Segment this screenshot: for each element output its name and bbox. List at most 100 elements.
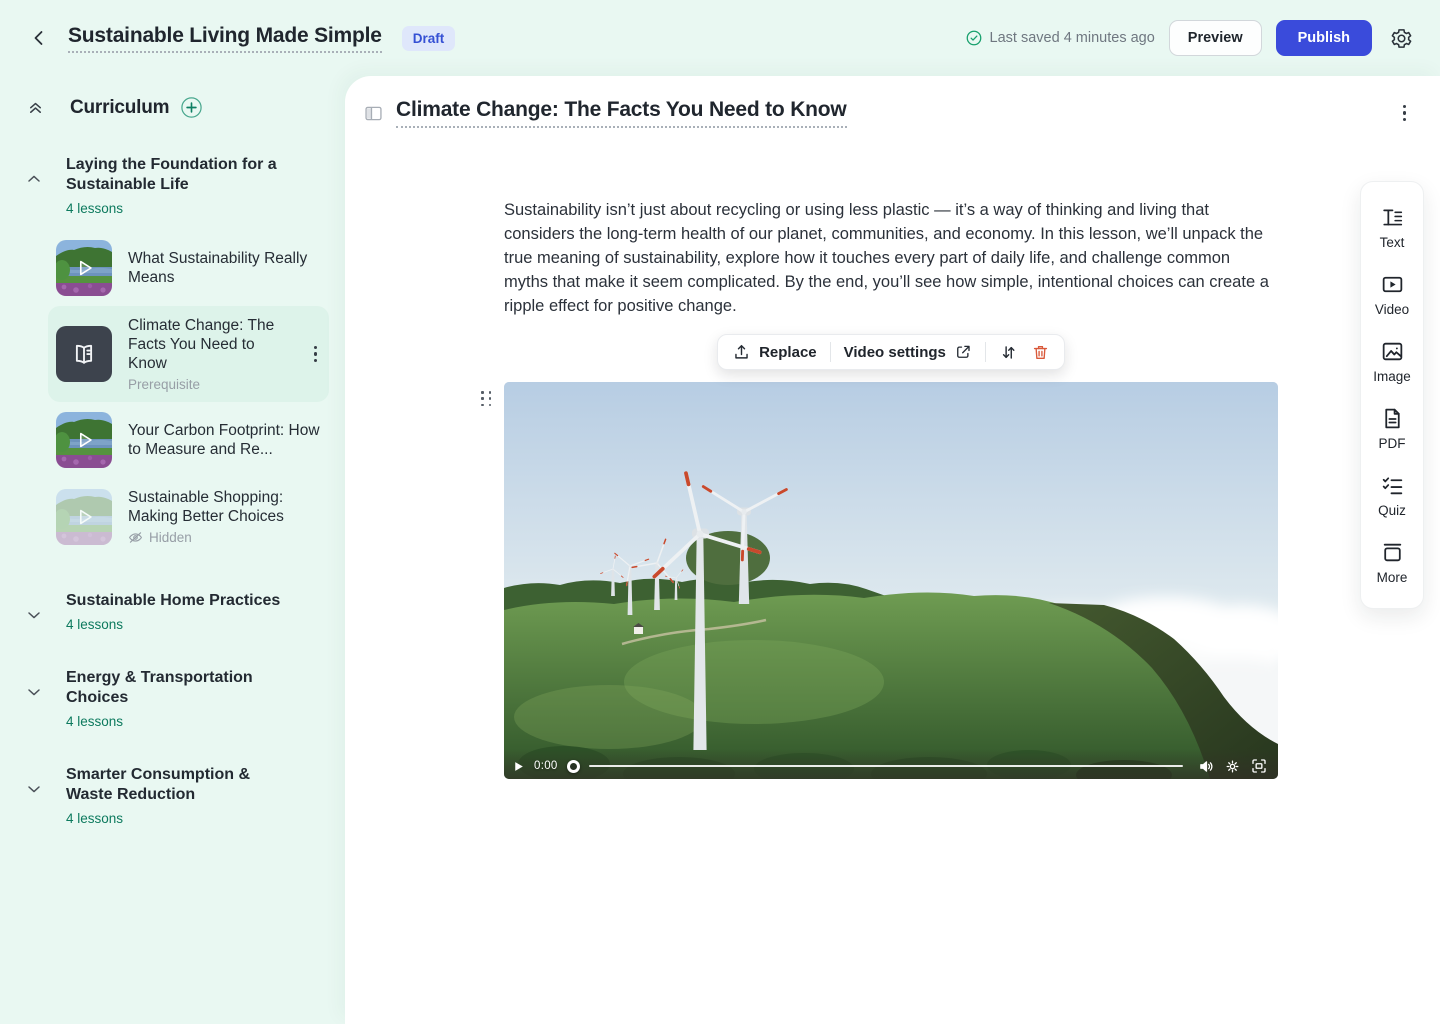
insert-pdf-button[interactable]: PDF <box>1361 395 1423 462</box>
section-title: Sustainable Home Practices <box>66 591 280 611</box>
save-status: Last saved 4 minutes ago <box>965 29 1155 47</box>
lesson-body-text[interactable]: Sustainability isn’t just about recyclin… <box>504 198 1278 318</box>
video-block-toolbar: Replace Video settings <box>717 334 1065 370</box>
fullscreen-button[interactable] <box>1250 757 1268 775</box>
course-title[interactable]: Sustainable Living Made Simple <box>68 24 382 53</box>
reorder-block-button[interactable] <box>999 343 1018 362</box>
section-header[interactable]: Energy & Transportation Choices 4 lesson… <box>24 668 329 729</box>
section-meta: 4 lessons <box>66 617 280 632</box>
drag-handle-icon[interactable] <box>478 388 496 409</box>
video-poster-wind-turbines <box>504 382 1278 779</box>
lesson-title: Your Carbon Footprint: How to Measure an… <box>128 421 321 459</box>
section-title: Energy & Transportation Choices <box>66 668 296 708</box>
chevron-down-icon <box>24 668 44 729</box>
replace-video-button[interactable]: Replace <box>732 343 817 362</box>
play-overlay-icon <box>56 489 112 545</box>
section-meta: 4 lessons <box>66 201 296 216</box>
rail-item-label: Quiz <box>1378 503 1406 518</box>
check-circle-icon <box>965 29 983 47</box>
image-icon <box>1380 339 1405 364</box>
gear-icon <box>1390 27 1413 50</box>
toolbar-divider <box>985 342 986 362</box>
section-meta: 4 lessons <box>66 714 296 729</box>
section-header[interactable]: Smarter Consumption & Waste Reduction 4 … <box>24 765 329 826</box>
toolbar-divider <box>830 342 831 362</box>
sidebar-title: Curriculum <box>70 97 169 119</box>
replace-label: Replace <box>759 344 817 361</box>
settings-button[interactable] <box>1386 23 1416 53</box>
chevron-down-icon <box>24 765 44 826</box>
lesson-menu-button[interactable] <box>310 342 322 367</box>
top-header: Sustainable Living Made Simple Draft Las… <box>0 0 1440 76</box>
insert-video-button[interactable]: Video <box>1361 261 1423 328</box>
rail-item-label: More <box>1377 570 1408 585</box>
play-overlay-icon <box>56 412 112 468</box>
volume-button[interactable] <box>1198 758 1215 775</box>
lesson-thumbnail <box>56 489 112 545</box>
eye-off-icon <box>128 530 143 545</box>
curriculum-sidebar: Curriculum Laying the Foundation for a S… <box>0 76 345 1024</box>
lesson-item[interactable]: Your Carbon Footprint: How to Measure an… <box>48 402 329 478</box>
lesson-page-title[interactable]: Climate Change: The Facts You Need to Kn… <box>396 98 847 128</box>
video-settings-button[interactable]: Video settings <box>844 343 972 361</box>
lesson-thumbnail <box>56 240 112 296</box>
back-button[interactable] <box>24 23 54 53</box>
trash-icon <box>1031 343 1050 362</box>
collapse-all-button[interactable] <box>24 97 46 119</box>
lesson-page-menu-button[interactable] <box>1399 101 1411 126</box>
player-settings-button[interactable] <box>1224 758 1241 775</box>
save-status-text: Last saved 4 minutes ago <box>990 30 1155 46</box>
pdf-icon <box>1380 406 1405 431</box>
more-icon <box>1380 540 1405 565</box>
chevron-down-icon <box>24 591 44 632</box>
open-book-icon <box>69 339 99 369</box>
current-time: 0:00 <box>534 760 558 772</box>
rail-item-label: Video <box>1375 302 1409 317</box>
lesson-title: Sustainable Shopping: Making Better Choi… <box>128 488 321 526</box>
video-icon <box>1380 272 1405 297</box>
lesson-thumbnail <box>56 412 112 468</box>
course-builder-app: Sustainable Living Made Simple Draft Las… <box>0 0 1440 1024</box>
collapse-sidebar-button[interactable] <box>363 103 384 124</box>
lesson-title: Climate Change: The Facts You Need to Kn… <box>128 316 294 373</box>
seek-track[interactable] <box>589 765 1183 768</box>
video-controls-bar: 0:00 <box>504 749 1278 779</box>
lesson-title: What Sustainability Really Means <box>128 249 321 287</box>
upload-icon <box>732 343 751 362</box>
insert-image-button[interactable]: Image <box>1361 328 1423 395</box>
section-title: Laying the Foundation for a Sustainable … <box>66 155 296 195</box>
video-block: 0:00 <box>504 382 1278 779</box>
insert-text-button[interactable]: Text <box>1361 194 1423 261</box>
lesson-editor-panel: Climate Change: The Facts You Need to Kn… <box>345 76 1440 1024</box>
curriculum-section: Laying the Foundation for a Sustainable … <box>24 155 329 555</box>
curriculum-section: Smarter Consumption & Waste Reduction 4 … <box>24 765 329 826</box>
add-section-button[interactable] <box>180 96 203 119</box>
lesson-item-selected[interactable]: Climate Change: The Facts You Need to Kn… <box>48 306 329 402</box>
section-header[interactable]: Sustainable Home Practices 4 lessons <box>24 591 329 632</box>
lesson-item-hidden[interactable]: Sustainable Shopping: Making Better Choi… <box>48 478 329 555</box>
section-meta: 4 lessons <box>66 811 296 826</box>
publish-button[interactable]: Publish <box>1276 20 1372 56</box>
external-link-icon <box>954 343 972 361</box>
seek-knob[interactable] <box>567 760 580 773</box>
rail-item-label: PDF <box>1379 436 1406 451</box>
lesson-item[interactable]: What Sustainability Really Means <box>48 230 329 306</box>
panel-toggle-icon <box>363 103 384 124</box>
insert-block-rail: Text Video Image PDF Quiz <box>1360 181 1424 609</box>
curriculum-section: Sustainable Home Practices 4 lessons <box>24 591 329 632</box>
video-player[interactable]: 0:00 <box>504 382 1278 779</box>
quiz-icon <box>1380 473 1405 498</box>
video-settings-label: Video settings <box>844 344 946 361</box>
section-header[interactable]: Laying the Foundation for a Sustainable … <box>24 155 329 216</box>
sort-arrows-icon <box>999 343 1018 362</box>
status-badge: Draft <box>402 26 456 51</box>
insert-more-button[interactable]: More <box>1361 529 1423 596</box>
lesson-thumbnail-reading <box>56 326 112 382</box>
play-button[interactable] <box>512 760 525 773</box>
insert-quiz-button[interactable]: Quiz <box>1361 462 1423 529</box>
curriculum-section: Energy & Transportation Choices 4 lesson… <box>24 668 329 729</box>
delete-block-button[interactable] <box>1031 343 1050 362</box>
rail-item-label: Text <box>1380 235 1405 250</box>
preview-button[interactable]: Preview <box>1169 20 1262 56</box>
lesson-badge: Hidden <box>149 530 192 545</box>
